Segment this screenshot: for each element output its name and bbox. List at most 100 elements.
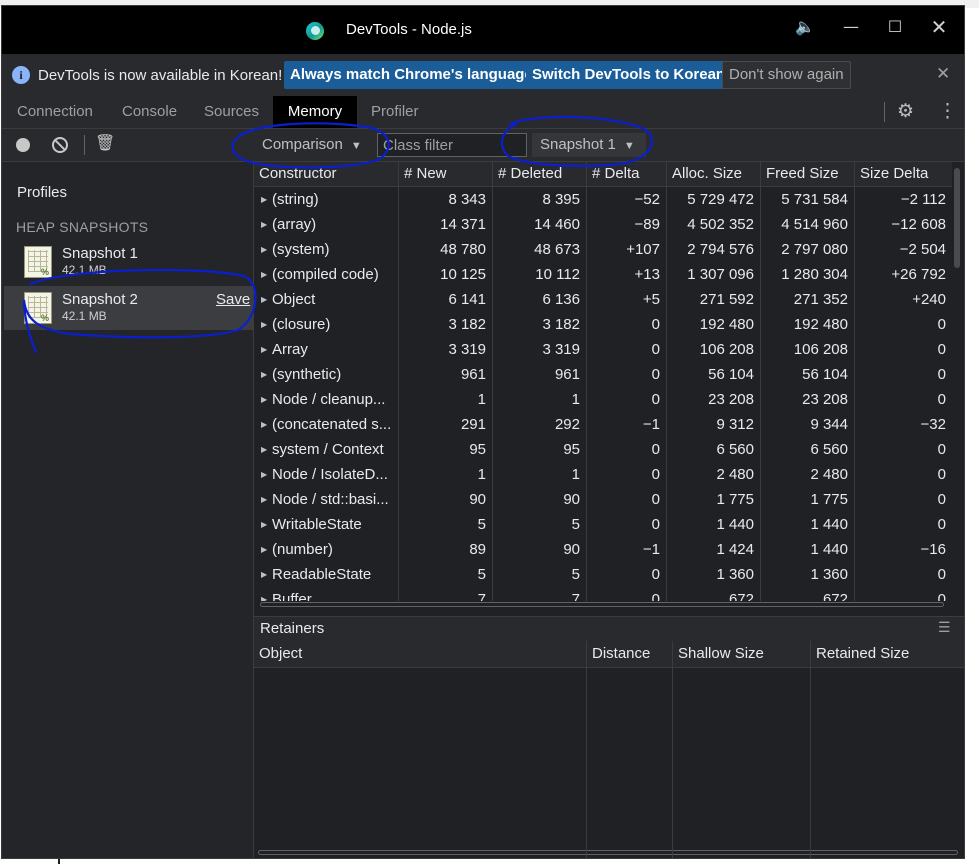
value-cell: 0	[586, 462, 666, 487]
retainers-header: Retainers ☰	[254, 616, 964, 642]
column-header[interactable]: # Delta	[586, 162, 666, 186]
value-cell: 6 560	[760, 437, 854, 462]
snapshot-item-selected[interactable]: Snapshot 2 42.1 MB Save	[4, 286, 253, 330]
value-cell: 3 182	[492, 312, 586, 337]
value-cell: 1	[398, 387, 492, 412]
class-filter-input[interactable]	[377, 133, 527, 157]
column-header[interactable]: # New	[398, 162, 492, 186]
table-row[interactable]: (closure)3 1823 1820192 480192 4800	[254, 312, 952, 337]
base-snapshot-value: Snapshot 1	[540, 136, 616, 153]
value-cell: 23 208	[666, 387, 760, 412]
tab-profiler[interactable]: Profiler	[371, 96, 419, 128]
column-header[interactable]: Freed Size	[760, 162, 854, 186]
value-cell: −52	[586, 187, 666, 212]
table-row[interactable]: Array3 3193 3190106 208106 2080	[254, 337, 952, 362]
value-cell: 192 480	[666, 312, 760, 337]
switch-korean-button[interactable]: Switch DevTools to Korean	[526, 61, 732, 89]
scroll-thumb[interactable]	[954, 168, 960, 268]
title-bar: DevTools - Node.js 🔈 — ☐ ✕	[2, 6, 964, 54]
base-snapshot-dropdown[interactable]: Snapshot 1 ▼	[532, 133, 646, 157]
dont-show-again-button[interactable]: Don't show again	[722, 61, 851, 89]
value-cell: 3 182	[398, 312, 492, 337]
table-row[interactable]: WritableState5501 4401 4400	[254, 512, 952, 537]
infobar-message: DevTools is now available in Korean!	[38, 67, 283, 84]
value-cell: 0	[586, 562, 666, 587]
table-header: Constructor # New # Deleted # Delta Alloc. S…	[254, 162, 952, 187]
save-snapshot-link[interactable]: Save	[216, 291, 250, 308]
settings-gear-icon[interactable]: ⚙	[897, 100, 914, 123]
value-cell: 961	[492, 362, 586, 387]
value-cell: −1	[586, 537, 666, 562]
value-cell: 89	[398, 537, 492, 562]
retainers-column-header[interactable]: Retained Size	[810, 641, 964, 667]
constructor-cell: (number)	[254, 537, 398, 562]
value-cell: 95	[398, 437, 492, 462]
match-language-button[interactable]: Always match Chrome's language	[284, 61, 539, 89]
trash-icon[interactable]: 🗑	[95, 133, 115, 153]
value-cell: 1 440	[760, 512, 854, 537]
column-header[interactable]: Constructor	[254, 162, 398, 186]
tab-memory[interactable]: Memory	[273, 96, 357, 128]
constructor-cell: (array)	[254, 212, 398, 237]
minimize-button[interactable]: —	[836, 12, 866, 42]
retainers-column-header[interactable]: Distance	[586, 641, 672, 667]
tab-connection[interactable]: Connection	[17, 96, 93, 128]
maximize-button[interactable]: ☐	[880, 12, 910, 42]
record-icon[interactable]	[16, 138, 30, 152]
value-cell: 0	[586, 512, 666, 537]
close-window-button[interactable]: ✕	[924, 12, 954, 42]
view-mode-dropdown[interactable]: Comparison ▼	[254, 133, 382, 157]
table-row[interactable]: (concatenated s...291292−19 3129 344−32	[254, 412, 952, 437]
table-row[interactable]: Node / IsolateD...1102 4802 4800	[254, 462, 952, 487]
table-row[interactable]: Object6 1416 136+5271 592271 352+240	[254, 287, 952, 312]
hamburger-menu-icon[interactable]: ☰	[938, 619, 951, 636]
more-options-icon[interactable]: ⋮	[938, 100, 957, 123]
table-row[interactable]: (synthetic)961961056 10456 1040	[254, 362, 952, 387]
value-cell: 3 319	[398, 337, 492, 362]
value-cell: +107	[586, 237, 666, 262]
table-row[interactable]: Node / cleanup...11023 20823 2080	[254, 387, 952, 412]
table-row[interactable]: (array)14 37114 460−894 502 3524 514 960…	[254, 212, 952, 237]
value-cell: 0	[586, 487, 666, 512]
value-cell: −2 504	[854, 237, 952, 262]
table-row[interactable]: (string)8 3438 395−525 729 4725 731 584−…	[254, 187, 952, 212]
table-row[interactable]: (compiled code)10 12510 112+131 307 0961…	[254, 262, 952, 287]
value-cell: 10 125	[398, 262, 492, 287]
view-mode-value: Comparison	[262, 136, 343, 153]
table-row[interactable]: (system)48 78048 673+1072 794 5762 797 0…	[254, 237, 952, 262]
vertical-scrollbar[interactable]	[952, 162, 964, 609]
retainers-table-header: Object Distance Shallow Size Retained Size	[254, 641, 964, 668]
value-cell: +5	[586, 287, 666, 312]
toolbar-separator	[84, 135, 85, 155]
column-header[interactable]: Size Delta	[854, 162, 952, 186]
table-row[interactable]: system / Context959506 5606 5600	[254, 437, 952, 462]
retainers-column-header[interactable]: Shallow Size	[672, 641, 810, 667]
value-cell: 5	[492, 512, 586, 537]
value-cell: 2 480	[760, 462, 854, 487]
table-row[interactable]: (number)8990−11 4241 440−16	[254, 537, 952, 562]
tab-console[interactable]: Console	[122, 96, 177, 128]
value-cell: 1 424	[666, 537, 760, 562]
value-cell: 0	[854, 487, 952, 512]
profiles-sidebar: Profiles HEAP SNAPSHOTS Snapshot 1 42.1 …	[2, 162, 254, 858]
horizontal-scrollbar[interactable]	[254, 601, 952, 609]
constructor-cell: (compiled code)	[254, 262, 398, 287]
value-cell: 0	[586, 387, 666, 412]
value-cell: 90	[398, 487, 492, 512]
retainers-column-header[interactable]: Object	[254, 641, 586, 667]
value-cell: 5 731 584	[760, 187, 854, 212]
infobar-close-icon[interactable]: ✕	[936, 64, 950, 84]
value-cell: +13	[586, 262, 666, 287]
scroll-thumb[interactable]	[260, 602, 944, 607]
clear-all-icon[interactable]	[52, 137, 68, 153]
speaker-icon[interactable]: 🔈	[790, 12, 820, 42]
table-row[interactable]: Node / std::basi...909001 7751 7750	[254, 487, 952, 512]
value-cell: 48 673	[492, 237, 586, 262]
tab-sources[interactable]: Sources	[204, 96, 259, 128]
column-header[interactable]: # Deleted	[492, 162, 586, 186]
snapshot-item[interactable]: Snapshot 1 42.1 MB	[4, 240, 253, 284]
column-header[interactable]: Alloc. Size	[666, 162, 760, 186]
horizontal-scrollbar[interactable]	[258, 850, 958, 855]
table-row[interactable]: ReadableState5501 3601 3600	[254, 562, 952, 587]
value-cell: 0	[586, 312, 666, 337]
